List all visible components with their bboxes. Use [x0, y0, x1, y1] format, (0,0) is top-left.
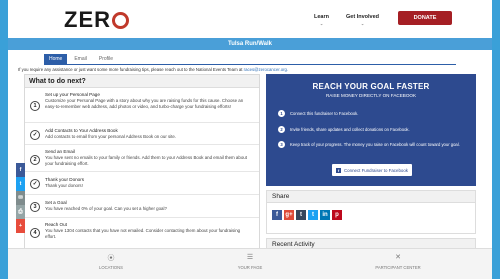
- todo-item-title[interactable]: Add Contacts to Your Address Book: [45, 128, 118, 133]
- top-header: ZER Learn ⌄ Get Involved ⌄ DONATE: [8, 0, 492, 38]
- nav-learn[interactable]: Learn ⌄: [314, 14, 329, 26]
- twitter-icon[interactable]: t: [308, 210, 318, 220]
- pinterest-icon[interactable]: p: [332, 210, 342, 220]
- tab-divider: [44, 64, 456, 65]
- tab-email[interactable]: Email: [69, 54, 92, 64]
- step-3-icon: 3: [30, 202, 40, 212]
- logo-o-icon: [112, 11, 129, 29]
- event-banner: Tulsa Run/Walk: [8, 38, 492, 50]
- facebook-icon: f: [336, 167, 342, 173]
- todo-item-title[interactable]: Thank your Donors: [45, 177, 84, 182]
- assistance-note: If you require any assistance or just wa…: [18, 67, 289, 72]
- support-email-link[interactable]: races@zerocancer.org.: [244, 67, 289, 72]
- donate-button[interactable]: DONATE: [398, 11, 452, 25]
- todo-item-desc: Add contacts to email from your personal…: [45, 134, 177, 139]
- bottom-nav-label: PARTICIPANT CENTER: [375, 265, 421, 270]
- connect-facebook-label: Connect Fundraiser to Facebook: [344, 167, 408, 173]
- todo-item-title[interactable]: Reach Out: [45, 222, 67, 227]
- tab-home[interactable]: Home: [44, 54, 68, 64]
- check-icon: ✓: [30, 130, 40, 140]
- bottom-nav-locations[interactable]: ⦿ LOCATIONS: [51, 253, 171, 270]
- step-number-icon: 1: [278, 110, 285, 117]
- facebook-panel-title: REACH YOUR GOAL FASTER: [312, 82, 430, 91]
- facebook-step: 3 Keep track of your progress. The money…: [278, 141, 468, 155]
- step-number-icon: 2: [278, 126, 285, 133]
- todo-item-desc: You have reached 0% of your goal. Can yo…: [45, 206, 167, 211]
- connect-facebook-button[interactable]: f Connect Fundraiser to Facebook: [332, 164, 412, 176]
- todo-item-set-goal[interactable]: 3 Set a Goal You have reached 0% of your…: [25, 196, 259, 218]
- nav-get-involved[interactable]: Get Involved ⌄: [346, 14, 379, 26]
- bottom-nav-label: YOUR PAGE: [237, 265, 263, 270]
- bottom-nav-label: LOCATIONS: [99, 265, 123, 270]
- bottom-nav: ⦿ LOCATIONS ☰ YOUR PAGE ✕ PARTICIPANT CE…: [8, 248, 492, 279]
- linkedin-icon[interactable]: in: [320, 210, 330, 220]
- todo-item-desc: You have 1304 contacts that you have not…: [45, 228, 241, 239]
- step-2-icon: 2: [30, 155, 40, 165]
- todo-item-title[interactable]: Set a Goal: [45, 200, 67, 205]
- side-social-bar: f t ✉ ⎙ +: [16, 163, 25, 233]
- todo-heading: What to do next?: [25, 75, 259, 88]
- todo-item-personal-page[interactable]: 1 Set up your Personal Page Customize yo…: [25, 89, 259, 123]
- todo-panel: What to do next? 1 Set up your Personal …: [24, 74, 260, 264]
- chevron-down-icon: ⌄: [360, 21, 365, 26]
- todo-item-reach-out[interactable]: 4 Reach Out You have 1304 contacts that …: [25, 219, 259, 247]
- facebook-icon[interactable]: f: [272, 210, 282, 220]
- page-frame: ZER Learn ⌄ Get Involved ⌄ DONATE Tulsa Ru…: [8, 0, 492, 279]
- todo-item-send-email[interactable]: 2 Send an Email You have sent no emails …: [25, 146, 259, 172]
- share-icon-row: f g+ t t in p: [272, 210, 342, 220]
- page-tabs: Home Email Profile: [44, 54, 118, 64]
- todo-item-desc: You have sent no emails to your family o…: [45, 155, 247, 166]
- share-panel: Share f g+ t t in p: [266, 190, 476, 234]
- facebook-panel-subtitle: RAISE MONEY DIRECTLY ON FACEBOOK: [325, 93, 417, 98]
- step-number-icon: 3: [278, 141, 285, 148]
- tab-profile[interactable]: Profile: [94, 54, 118, 64]
- facebook-step: 1 Connect this fundraiser to Facebook.: [278, 110, 468, 118]
- facebook-side-icon[interactable]: f: [16, 163, 25, 177]
- email-side-icon[interactable]: ✉: [16, 191, 25, 205]
- facebook-step: 2 Invite friends, share updates and coll…: [278, 126, 468, 134]
- twitter-side-icon[interactable]: t: [16, 177, 25, 191]
- zero-logo[interactable]: ZER: [64, 7, 129, 33]
- print-side-icon[interactable]: ⎙: [16, 205, 25, 219]
- facebook-step-text: Invite friends, share updates and collec…: [290, 127, 410, 132]
- participant-center-icon: ✕: [395, 254, 401, 261]
- step-1-icon: 1: [30, 101, 40, 111]
- todo-item-title[interactable]: Set up your Personal Page: [45, 92, 100, 97]
- todo-item-thank-donors[interactable]: ✓ Thank your Donors Thank your donors!: [25, 173, 259, 195]
- page-icon: ☰: [246, 254, 254, 261]
- share-heading: Share: [267, 191, 475, 203]
- google-plus-icon[interactable]: g+: [284, 210, 294, 220]
- tumblr-icon[interactable]: t: [296, 210, 306, 220]
- facebook-step-text: Connect this fundraiser to Facebook.: [290, 111, 359, 116]
- bottom-nav-participant-center[interactable]: ✕ PARTICIPANT CENTER: [338, 253, 458, 270]
- todo-item-desc: Customize your Personal Page with a stor…: [45, 98, 244, 109]
- todo-item-title[interactable]: Send an Email: [45, 149, 75, 154]
- more-side-icon[interactable]: +: [16, 219, 25, 233]
- todo-item-address-book[interactable]: ✓ Add Contacts to Your Address Book Add …: [25, 124, 259, 145]
- facebook-step-text: Keep track of your progress. The money y…: [290, 142, 460, 147]
- todo-item-desc: Thank your donors!: [45, 183, 83, 188]
- check-icon: ✓: [30, 179, 40, 189]
- event-title: Tulsa Run/Walk: [227, 41, 272, 47]
- chevron-down-icon: ⌄: [319, 21, 324, 26]
- step-4-icon: 4: [30, 228, 40, 238]
- location-pin-icon: ⦿: [107, 255, 115, 262]
- facebook-fundraiser-panel: REACH YOUR GOAL FASTER RAISE MONEY DIREC…: [266, 74, 476, 186]
- bottom-nav-your-page[interactable]: ☰ YOUR PAGE: [190, 253, 310, 270]
